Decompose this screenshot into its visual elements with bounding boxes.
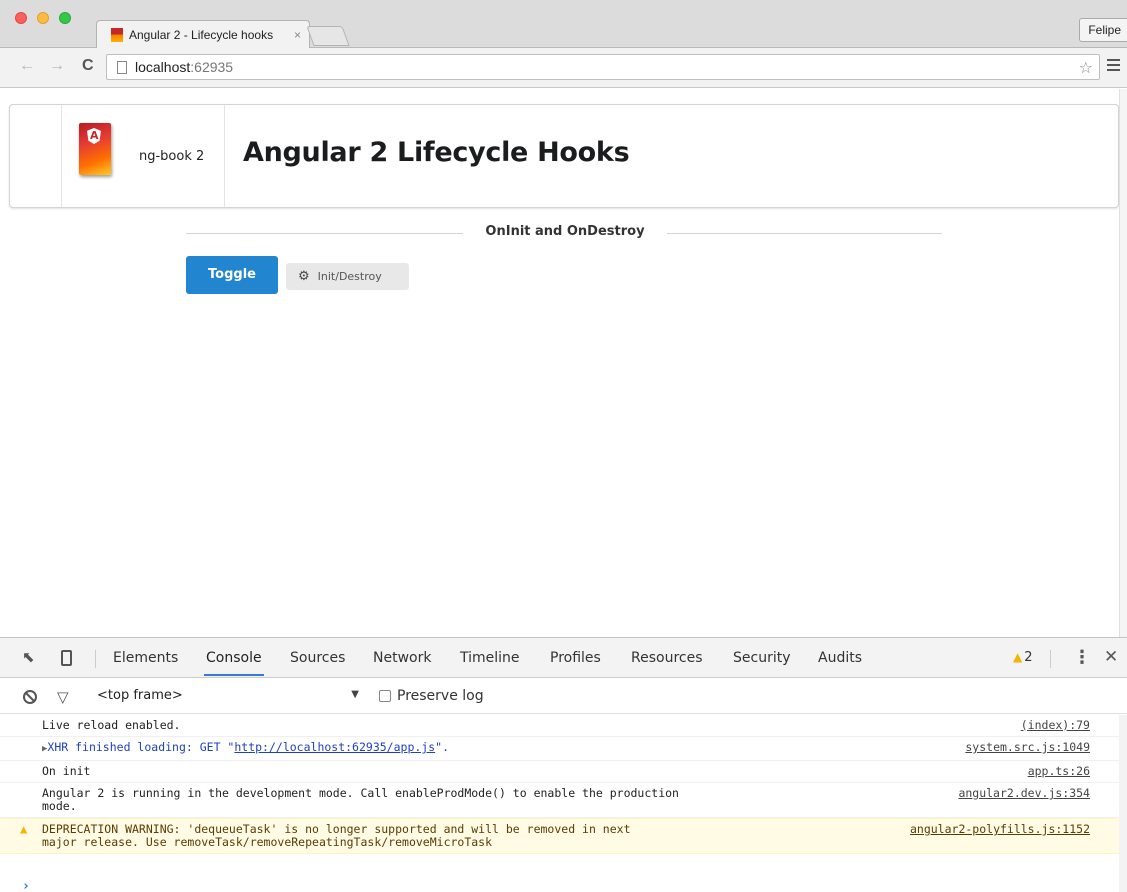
gears-icon: ⚙ bbox=[298, 269, 310, 284]
angular-shield-icon bbox=[87, 128, 101, 144]
window-zoom-button[interactable] bbox=[59, 12, 71, 24]
angular-favicon-icon bbox=[111, 27, 123, 42]
inspect-element-icon[interactable]: ⬉ bbox=[22, 648, 35, 666]
console-source-link[interactable]: app.ts:26 bbox=[1028, 765, 1090, 778]
console-messages: Live reload enabled. (index):79 ▶XHR fin… bbox=[0, 715, 1127, 854]
profile-button[interactable]: Felipe bbox=[1079, 18, 1127, 42]
device-mode-icon[interactable] bbox=[61, 650, 72, 666]
console-filter-bar: ▽ <top frame> ▼ Preserve log bbox=[0, 679, 1127, 714]
console-message-text: ▶XHR finished loading: GET "http://local… bbox=[42, 741, 872, 756]
warning-icon: ▲ bbox=[20, 822, 28, 836]
url-host: localhost bbox=[135, 59, 191, 75]
back-arrow-icon[interactable]: ← bbox=[19, 57, 35, 75]
clear-console-icon[interactable] bbox=[23, 690, 37, 704]
console-message: Angular 2 is running in the development … bbox=[0, 783, 1127, 818]
console-source-link[interactable]: system.src.js:1049 bbox=[965, 741, 1090, 754]
devtools-panel: ⬉ Elements Console Sources Network Timel… bbox=[0, 637, 1127, 892]
console-prompt-icon[interactable]: › bbox=[22, 879, 30, 892]
browser-tabstrip: Angular 2 - Lifecycle hooks × Felipe bbox=[0, 0, 1127, 48]
warning-counter[interactable]: ▲ 2 bbox=[1013, 650, 1033, 665]
xhr-url-link[interactable]: http://localhost:62935/app.js bbox=[234, 740, 435, 754]
bookmark-star-icon[interactable]: ☆ bbox=[1079, 58, 1093, 78]
page-title: Angular 2 Lifecycle Hooks bbox=[243, 137, 630, 168]
console-message-text: Angular 2 is running in the development … bbox=[42, 786, 679, 813]
hamburger-menu-icon[interactable] bbox=[1107, 59, 1120, 74]
console-message-text: Live reload enabled. bbox=[42, 718, 181, 732]
browser-tab[interactable]: Angular 2 - Lifecycle hooks × bbox=[96, 20, 310, 48]
tab-console[interactable]: Console bbox=[204, 650, 264, 676]
new-tab-button[interactable] bbox=[306, 26, 350, 46]
init-destroy-text: Init/Destroy bbox=[317, 270, 382, 283]
divider-line-left bbox=[186, 233, 463, 234]
console-message: On init app.ts:26 bbox=[0, 761, 1127, 783]
toolbar-separator bbox=[1050, 650, 1051, 668]
tab-sources[interactable]: Sources bbox=[290, 650, 345, 666]
brand-item[interactable]: ng-book 2 bbox=[61, 105, 225, 207]
tab-profiles[interactable]: Profiles bbox=[550, 650, 601, 666]
header-menu: ng-book 2 Angular 2 Lifecycle Hooks bbox=[9, 104, 1119, 208]
xhr-prefix: XHR finished loading: GET " bbox=[47, 740, 235, 754]
console-message-text: On init bbox=[42, 764, 91, 778]
book-cover-logo bbox=[79, 123, 111, 175]
checkbox-box[interactable] bbox=[379, 690, 391, 702]
url-port: :62935 bbox=[190, 59, 234, 75]
console-warning: ▲ DEPRECATION WARNING: 'dequeueTask' is … bbox=[0, 818, 1127, 854]
console-message-xhr[interactable]: ▶XHR finished loading: GET "http://local… bbox=[0, 737, 1127, 761]
section-heading: OnInit and OnDestroy bbox=[485, 224, 645, 239]
console-source-link[interactable]: angular2-polyfills.js:1152 bbox=[910, 823, 1090, 836]
page-icon bbox=[117, 60, 127, 74]
toggle-button[interactable]: Toggle bbox=[186, 256, 278, 294]
reload-icon[interactable]: C bbox=[82, 57, 94, 75]
xhr-suffix: ". bbox=[435, 740, 450, 754]
console-source-link[interactable]: angular2.dev.js:354 bbox=[958, 787, 1090, 800]
browser-toolbar: ← → C localhost :62935 ☆ bbox=[0, 48, 1127, 88]
address-bar[interactable]: localhost :62935 ☆ bbox=[106, 54, 1100, 80]
more-options-icon[interactable]: ⋮ bbox=[1073, 647, 1091, 668]
console-scrollbar[interactable] bbox=[1119, 715, 1127, 892]
tab-resources[interactable]: Resources bbox=[631, 650, 703, 666]
preserve-log-label: Preserve log bbox=[397, 688, 484, 704]
forward-arrow-icon[interactable]: → bbox=[49, 57, 65, 75]
brand-name: ng-book 2 bbox=[139, 149, 205, 164]
tab-close-icon[interactable]: × bbox=[294, 28, 301, 42]
tab-network[interactable]: Network bbox=[373, 650, 431, 666]
console-message: Live reload enabled. (index):79 bbox=[0, 715, 1127, 737]
filter-icon[interactable]: ▽ bbox=[57, 688, 69, 706]
devtools-tabbar: ⬉ Elements Console Sources Network Timel… bbox=[0, 638, 1127, 678]
window-close-button[interactable] bbox=[15, 12, 27, 24]
tab-elements[interactable]: Elements bbox=[113, 650, 178, 666]
page-scrollbar[interactable] bbox=[1119, 89, 1127, 637]
warning-icon: ▲ bbox=[1013, 650, 1023, 664]
warning-count: 2 bbox=[1024, 650, 1033, 665]
init-destroy-label: ⚙ Init/Destroy bbox=[286, 263, 409, 290]
window-minimize-button[interactable] bbox=[37, 12, 49, 24]
tab-audits[interactable]: Audits bbox=[818, 650, 862, 666]
frame-select-value: <top frame> bbox=[97, 688, 183, 703]
browser-tab-title: Angular 2 - Lifecycle hooks bbox=[129, 27, 274, 42]
console-message-text: DEPRECATION WARNING: 'dequeueTask' is no… bbox=[42, 822, 631, 849]
console-source-link[interactable]: (index):79 bbox=[1021, 719, 1090, 732]
frame-select[interactable]: <top frame> ▼ bbox=[97, 688, 359, 703]
tab-timeline[interactable]: Timeline bbox=[460, 650, 520, 666]
divider-line-right bbox=[667, 233, 942, 234]
toolbar-separator bbox=[95, 650, 96, 668]
section-divider: OnInit and OnDestroy bbox=[186, 223, 942, 243]
preserve-log-checkbox[interactable]: Preserve log bbox=[379, 688, 484, 704]
dropdown-arrow-icon: ▼ bbox=[351, 689, 359, 700]
tab-security[interactable]: Security bbox=[733, 650, 791, 666]
page-viewport: ng-book 2 Angular 2 Lifecycle Hooks OnIn… bbox=[0, 89, 1127, 637]
close-devtools-icon[interactable]: ✕ bbox=[1104, 647, 1118, 667]
